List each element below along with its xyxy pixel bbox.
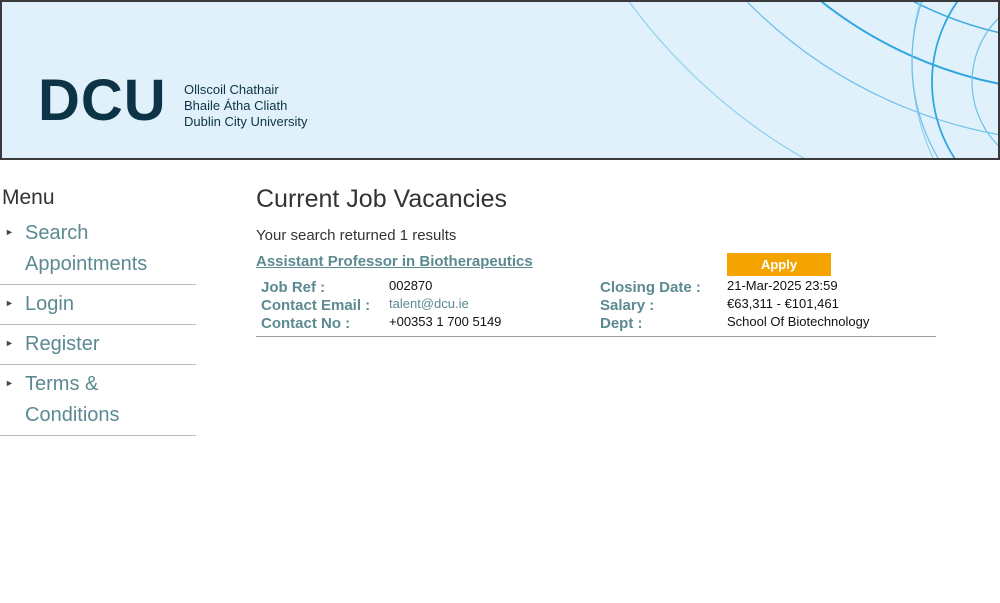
sidebar-item-register[interactable]: ► Register — [0, 325, 196, 365]
site-header: DCU Ollscoil Chathair Bhaile Átha Cliath… — [0, 0, 1000, 160]
bullet-arrow-icon: ► — [5, 338, 14, 348]
page-title: Current Job Vacancies — [256, 185, 508, 213]
contact-no-label: Contact No : — [261, 315, 351, 332]
menu-title: Menu — [2, 186, 55, 209]
sidebar-item-label: Login — [25, 293, 74, 315]
dcu-logo[interactable]: DCU — [38, 72, 167, 130]
sidebar-item-label: Register — [25, 333, 100, 355]
job-ref-value: 002870 — [389, 278, 433, 293]
logo-line-irish-1: Ollscoil Chathair — [184, 82, 279, 97]
closing-date-label: Closing Date : — [600, 279, 701, 296]
contact-email-label: Contact Email : — [261, 297, 371, 314]
sidebar-item-search-appointments[interactable]: ► Search Appointments — [0, 214, 196, 285]
logo-line-irish-2: Bhaile Átha Cliath — [184, 98, 288, 113]
logo-university-name: Ollscoil Chathair Bhaile Átha Cliath Dub… — [184, 82, 308, 130]
sidebar-item-label: Terms & Conditions — [25, 373, 120, 426]
job-ref-label: Job Ref : — [261, 279, 326, 296]
bullet-arrow-icon: ► — [5, 227, 14, 237]
dept-label: Dept : — [600, 315, 643, 332]
salary-value: €63,311 - €101,461 — [727, 296, 839, 311]
contact-email-link[interactable]: talent@dcu.ie — [389, 295, 469, 313]
bullet-arrow-icon: ► — [5, 378, 14, 388]
bullet-arrow-icon: ► — [5, 298, 14, 308]
salary-label: Salary : — [600, 297, 655, 314]
sidebar-item-login[interactable]: ► Login — [0, 285, 196, 325]
job-listing: Assistant Professor in Biotherapeutics A… — [256, 253, 936, 337]
logo-line-english: Dublin City University — [184, 114, 308, 129]
sidebar-menu: Menu ► Search Appointments ► Login ► Reg… — [0, 186, 196, 436]
sidebar-item-terms-conditions[interactable]: ► Terms & Conditions — [0, 365, 196, 436]
dept-value: School Of Biotechnology — [727, 314, 870, 329]
contact-no-value: +00353 1 700 5149 — [389, 314, 502, 329]
main-content: Current Job Vacancies Your search return… — [256, 184, 936, 337]
closing-date-value: 21-Mar-2025 23:59 — [727, 278, 838, 293]
results-count: Your search returned 1 results — [256, 227, 457, 244]
job-title-link[interactable]: Assistant Professor in Biotherapeutics — [256, 253, 533, 270]
apply-button[interactable]: Apply — [727, 253, 831, 276]
sidebar-item-label: Search Appointments — [25, 222, 148, 275]
